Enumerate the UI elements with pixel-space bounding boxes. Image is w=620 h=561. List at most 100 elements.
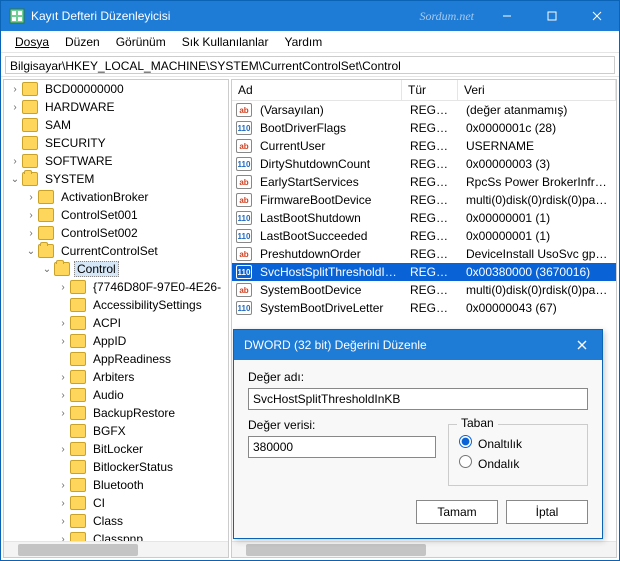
list-row[interactable]: 110 SystemBootDriveLetter REG_D… 0x00000… bbox=[232, 299, 616, 317]
menu-favorites[interactable]: Sık Kullanılanlar bbox=[174, 33, 277, 51]
tree-node[interactable]: › BackupRestore bbox=[4, 404, 228, 422]
tree-node[interactable]: AccessibilitySettings bbox=[4, 296, 228, 314]
value-data-input[interactable] bbox=[248, 436, 436, 458]
tree-node[interactable]: BitlockerStatus bbox=[4, 458, 228, 476]
cell-type: REG_D… bbox=[404, 211, 460, 225]
maximize-button[interactable] bbox=[529, 1, 574, 31]
chevron-down-icon[interactable]: ⌄ bbox=[40, 264, 54, 275]
tree-node-label: AppID bbox=[90, 333, 129, 349]
list-row[interactable]: 110 LastBootSucceeded REG_D… 0x00000001 … bbox=[232, 227, 616, 245]
chevron-right-icon[interactable]: › bbox=[56, 318, 70, 329]
list-row[interactable]: 110 BootDriverFlags REG_D… 0x0000001c (2… bbox=[232, 119, 616, 137]
addressbar: Bilgisayar\HKEY_LOCAL_MACHINE\SYSTEM\Cur… bbox=[1, 53, 619, 77]
chevron-right-icon[interactable]: › bbox=[8, 156, 22, 167]
key-tree[interactable]: › BCD00000000 › HARDWARE SAM SECURITY › … bbox=[3, 79, 229, 558]
radio-hex-input[interactable] bbox=[459, 435, 472, 448]
menu-view[interactable]: Görünüm bbox=[108, 33, 174, 51]
tree-node[interactable]: ⌄ Control bbox=[4, 260, 228, 278]
chevron-right-icon[interactable]: › bbox=[8, 84, 22, 95]
chevron-right-icon[interactable]: › bbox=[56, 480, 70, 491]
minimize-button[interactable] bbox=[484, 1, 529, 31]
menu-file[interactable]: Dosya bbox=[7, 33, 57, 51]
list-row[interactable]: 110 LastBootShutdown REG_D… 0x00000001 (… bbox=[232, 209, 616, 227]
chevron-right-icon[interactable]: › bbox=[56, 498, 70, 509]
chevron-right-icon[interactable]: › bbox=[24, 192, 38, 203]
dialog-close-button[interactable] bbox=[562, 330, 602, 360]
menu-help[interactable]: Yardım bbox=[276, 33, 330, 51]
chevron-down-icon[interactable]: ⌄ bbox=[8, 174, 22, 185]
tree-node[interactable]: › BitLocker bbox=[4, 440, 228, 458]
binary-value-icon: 110 bbox=[236, 211, 252, 225]
folder-icon bbox=[22, 82, 38, 96]
chevron-right-icon[interactable]: › bbox=[56, 516, 70, 527]
tree-node[interactable]: › ACPI bbox=[4, 314, 228, 332]
list-row[interactable]: ab FirmwareBootDevice REG_SZ multi(0)dis… bbox=[232, 191, 616, 209]
col-name[interactable]: Ad bbox=[232, 80, 402, 100]
folder-icon bbox=[22, 136, 38, 150]
tree-node[interactable]: › Class bbox=[4, 512, 228, 530]
tree-node[interactable]: SAM bbox=[4, 116, 228, 134]
chevron-right-icon[interactable]: › bbox=[56, 372, 70, 383]
address-input[interactable]: Bilgisayar\HKEY_LOCAL_MACHINE\SYSTEM\Cur… bbox=[5, 56, 615, 74]
cancel-button[interactable]: İptal bbox=[506, 500, 588, 524]
tree-node[interactable]: › SOFTWARE bbox=[4, 152, 228, 170]
tree-node[interactable]: › ControlSet001 bbox=[4, 206, 228, 224]
list-row[interactable]: ab EarlyStartServices REG_… RpcSs Power … bbox=[232, 173, 616, 191]
tree-node-label: {7746D80F-97E0-4E26- bbox=[90, 279, 224, 295]
chevron-down-icon[interactable]: ⌄ bbox=[24, 246, 38, 257]
chevron-right-icon[interactable]: › bbox=[56, 336, 70, 347]
chevron-right-icon[interactable]: › bbox=[56, 408, 70, 419]
value-name-input[interactable] bbox=[248, 388, 588, 410]
folder-icon bbox=[38, 226, 54, 240]
chevron-right-icon[interactable]: › bbox=[56, 444, 70, 455]
close-button[interactable] bbox=[574, 1, 619, 31]
col-type[interactable]: Tür bbox=[402, 80, 458, 100]
tree-node[interactable]: AppReadiness bbox=[4, 350, 228, 368]
cell-type: REG_D… bbox=[404, 121, 460, 135]
radio-hex[interactable]: Onaltılık bbox=[459, 435, 577, 451]
list-row[interactable]: ab (Varsayılan) REG_SZ (değer atanmamış) bbox=[232, 101, 616, 119]
tree-node[interactable]: › AppID bbox=[4, 332, 228, 350]
tree-node[interactable]: › BCD00000000 bbox=[4, 80, 228, 98]
chevron-right-icon[interactable]: › bbox=[24, 210, 38, 221]
binary-value-icon: 110 bbox=[236, 301, 252, 315]
tree-node[interactable]: › Arbiters bbox=[4, 368, 228, 386]
base-legend: Taban bbox=[457, 416, 498, 430]
radio-dec-input[interactable] bbox=[459, 455, 472, 468]
cell-name: SystemBootDriveLetter bbox=[254, 301, 404, 315]
tree-node[interactable]: ⌄ SYSTEM bbox=[4, 170, 228, 188]
tree-node-label: CurrentControlSet bbox=[58, 243, 161, 259]
tree-node[interactable]: SECURITY bbox=[4, 134, 228, 152]
list-row[interactable]: ab CurrentUser REG_SZ USERNAME bbox=[232, 137, 616, 155]
cell-name: LastBootSucceeded bbox=[254, 229, 404, 243]
tree-node[interactable]: › {7746D80F-97E0-4E26- bbox=[4, 278, 228, 296]
col-data[interactable]: Veri bbox=[458, 80, 616, 100]
tree-node[interactable]: › Audio bbox=[4, 386, 228, 404]
radio-dec[interactable]: Ondalık bbox=[459, 455, 577, 471]
tree-node[interactable]: BGFX bbox=[4, 422, 228, 440]
tree-node[interactable]: › CI bbox=[4, 494, 228, 512]
list-row[interactable]: 110 SvcHostSplitThresholdInKB REG_D… 0x0… bbox=[232, 263, 616, 281]
tree-node[interactable]: › Bluetooth bbox=[4, 476, 228, 494]
list-hscrollbar[interactable] bbox=[232, 541, 616, 557]
menu-edit[interactable]: Düzen bbox=[57, 33, 108, 51]
list-row[interactable]: 110 DirtyShutdownCount REG_D… 0x00000003… bbox=[232, 155, 616, 173]
chevron-right-icon[interactable]: › bbox=[56, 282, 70, 293]
cell-name: LastBootShutdown bbox=[254, 211, 404, 225]
tree-node[interactable]: › ControlSet002 bbox=[4, 224, 228, 242]
chevron-right-icon[interactable]: › bbox=[24, 228, 38, 239]
cell-data: 0x0000001c (28) bbox=[460, 121, 616, 135]
list-row[interactable]: ab PreshutdownOrder REG_… DeviceInstall … bbox=[232, 245, 616, 263]
tree-hscrollbar[interactable] bbox=[4, 541, 228, 557]
tree-node-label: Bluetooth bbox=[90, 477, 147, 493]
tree-node[interactable]: › ActivationBroker bbox=[4, 188, 228, 206]
ok-button[interactable]: Tamam bbox=[416, 500, 498, 524]
chevron-right-icon[interactable]: › bbox=[8, 102, 22, 113]
cell-data: RpcSs Power BrokerInfrastruc bbox=[460, 175, 616, 189]
chevron-right-icon[interactable]: › bbox=[56, 390, 70, 401]
list-row[interactable]: ab SystemBootDevice REG_SZ multi(0)disk(… bbox=[232, 281, 616, 299]
folder-icon bbox=[70, 298, 86, 312]
window-title: Kayıt Defteri Düzenleyicisi bbox=[31, 9, 170, 23]
tree-node[interactable]: ⌄ CurrentControlSet bbox=[4, 242, 228, 260]
tree-node[interactable]: › HARDWARE bbox=[4, 98, 228, 116]
